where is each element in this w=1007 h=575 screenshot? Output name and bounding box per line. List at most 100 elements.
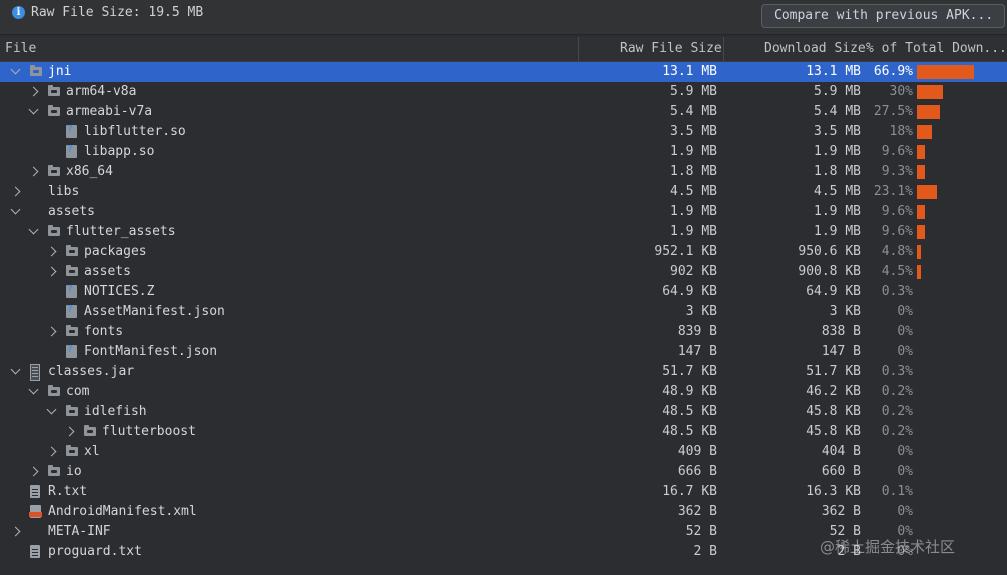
folder-icon — [66, 245, 78, 256]
raw-file-size-value: 902 KB — [670, 264, 717, 279]
chevron-right-icon[interactable] — [28, 86, 39, 97]
chevron-right-icon[interactable] — [10, 186, 21, 197]
chevron-down-icon[interactable] — [10, 364, 21, 375]
raw-file-size-value: 666 B — [677, 464, 717, 479]
size-share-bar — [917, 105, 940, 119]
tree-row[interactable]: R.txt 16.7 KB 16.3 KB 0.1% — [0, 482, 1007, 502]
percent-total-value: 4.8% — [881, 244, 913, 259]
tree-row[interactable]: jni 13.1 MB 13.1 MB 66.9% — [0, 62, 1007, 82]
column-header-raw-file-size[interactable]: Raw File Size — [620, 41, 722, 56]
text-file-icon — [30, 545, 40, 558]
chevron-right-icon[interactable] — [46, 246, 57, 257]
tree-row[interactable]: assets 902 KB 900.8 KB 4.5% — [0, 262, 1007, 282]
tree-row[interactable]: idlefish 48.5 KB 45.8 KB 0.2% — [0, 402, 1007, 422]
folder-icon — [48, 85, 60, 96]
tree-row[interactable]: libs 4.5 MB 4.5 MB 23.1% — [0, 182, 1007, 202]
tree-row[interactable]: com 48.9 KB 46.2 KB 0.2% — [0, 382, 1007, 402]
percent-total-value: 0% — [897, 444, 913, 459]
file-name: libflutter.so — [84, 124, 186, 139]
tree-row[interactable]: assets 1.9 MB 1.9 MB 9.6% — [0, 202, 1007, 222]
percent-total-value: 0% — [897, 504, 913, 519]
download-size-value: 5.4 MB — [814, 104, 861, 119]
percent-total-value: 0% — [897, 464, 913, 479]
raw-file-size-value: 1.9 MB — [670, 144, 717, 159]
file-name: arm64-v8a — [66, 84, 137, 99]
file-name: com — [66, 384, 90, 399]
chevron-down-icon[interactable] — [28, 224, 39, 235]
file-name: AssetManifest.json — [84, 304, 225, 319]
column-divider[interactable] — [723, 37, 724, 61]
tree-row[interactable]: libapp.so 1.9 MB 1.9 MB 9.6% — [0, 142, 1007, 162]
raw-file-size-value: 839 B — [677, 324, 717, 339]
tree-row[interactable]: flutterboost 48.5 KB 45.8 KB 0.2% — [0, 422, 1007, 442]
chevron-right-icon[interactable] — [64, 426, 75, 437]
percent-total-value: 0.2% — [881, 424, 913, 439]
tree-row[interactable]: packages 952.1 KB 950.6 KB 4.8% — [0, 242, 1007, 262]
chevron-right-icon[interactable] — [46, 446, 57, 457]
chevron-right-icon[interactable] — [46, 326, 57, 337]
download-size-value: 46.2 KB — [806, 384, 861, 399]
chevron-down-icon[interactable] — [10, 204, 21, 215]
tree-row[interactable]: armeabi-v7a 5.4 MB 5.4 MB 27.5% — [0, 102, 1007, 122]
raw-file-size-value: 13.1 MB — [662, 64, 717, 79]
tree-row[interactable]: x86_64 1.8 MB 1.8 MB 9.3% — [0, 162, 1007, 182]
folder-icon — [48, 465, 60, 476]
raw-file-size-value: 5.4 MB — [670, 104, 717, 119]
tree-row[interactable]: arm64-v8a 5.9 MB 5.9 MB 30% — [0, 82, 1007, 102]
column-header-file[interactable]: File — [5, 41, 36, 56]
column-header-percent-total[interactable]: % of Total Down... — [866, 41, 1007, 56]
download-size-value: 147 B — [821, 344, 861, 359]
chevron-down-icon[interactable] — [28, 104, 39, 115]
file-name: assets — [84, 264, 131, 279]
raw-file-size-value: 52 B — [685, 524, 717, 539]
percent-total-value: 0% — [897, 304, 913, 319]
raw-file-size-value: 1.8 MB — [670, 164, 717, 179]
raw-file-size-value: 64.9 KB — [662, 284, 717, 299]
size-share-bar — [917, 225, 925, 239]
compare-with-previous-apk-button[interactable]: Compare with previous APK... — [761, 4, 1005, 28]
tree-row[interactable]: flutter_assets 1.9 MB 1.9 MB 9.6% — [0, 222, 1007, 242]
chevron-right-icon[interactable] — [28, 166, 39, 177]
download-size-value: 45.8 KB — [806, 404, 861, 419]
size-share-bar — [917, 245, 921, 259]
tree-row[interactable]: FontManifest.json 147 B 147 B 0% — [0, 342, 1007, 362]
folder-icon — [30, 65, 42, 76]
download-size-value: 838 B — [821, 324, 861, 339]
raw-file-size-label: Raw File Size: 19.5 MB — [31, 5, 204, 20]
size-share-bar — [917, 265, 921, 279]
column-header-download-size[interactable]: Download Size — [764, 41, 866, 56]
tree-row[interactable]: classes.jar 51.7 KB 51.7 KB 0.3% — [0, 362, 1007, 382]
percent-total-value: 23.1% — [873, 184, 913, 199]
folder-icon — [66, 405, 78, 416]
chevron-right-icon[interactable] — [46, 266, 57, 277]
file-name: proguard.txt — [48, 544, 142, 559]
download-size-value: 4.5 MB — [814, 184, 861, 199]
percent-total-value: 9.6% — [881, 224, 913, 239]
chevron-down-icon[interactable] — [10, 64, 21, 75]
tree-row[interactable]: NOTICES.Z 64.9 KB 64.9 KB 0.3% — [0, 282, 1007, 302]
download-size-value: 64.9 KB — [806, 284, 861, 299]
tree-row[interactable]: AssetManifest.json 3 KB 3 KB 0% — [0, 302, 1007, 322]
raw-file-size-value: 952.1 KB — [654, 244, 717, 259]
size-share-bar — [917, 85, 943, 99]
folder-icon — [66, 325, 78, 336]
raw-file-size-value: 48.9 KB — [662, 384, 717, 399]
percent-total-value: 18% — [889, 124, 913, 139]
raw-file-size-value: 1.9 MB — [670, 204, 717, 219]
raw-file-size-value: 3 KB — [685, 304, 717, 319]
column-divider[interactable] — [578, 37, 579, 61]
raw-file-size-value: 362 B — [677, 504, 717, 519]
chevron-down-icon[interactable] — [28, 384, 39, 395]
chevron-right-icon[interactable] — [10, 526, 21, 537]
chevron-down-icon[interactable] — [46, 404, 57, 415]
tree-row[interactable]: AndroidManifest.xml 362 B 362 B 0% — [0, 502, 1007, 522]
chevron-right-icon[interactable] — [28, 466, 39, 477]
tree-row[interactable]: libflutter.so 3.5 MB 3.5 MB 18% — [0, 122, 1007, 142]
file-name: idlefish — [84, 404, 147, 419]
tree-row[interactable]: fonts 839 B 838 B 0% — [0, 322, 1007, 342]
folder-icon — [48, 105, 60, 116]
text-file-icon — [30, 485, 40, 498]
tree-row[interactable]: io 666 B 660 B 0% — [0, 462, 1007, 482]
tree-row[interactable]: xl 409 B 404 B 0% — [0, 442, 1007, 462]
folder-icon — [66, 445, 78, 456]
